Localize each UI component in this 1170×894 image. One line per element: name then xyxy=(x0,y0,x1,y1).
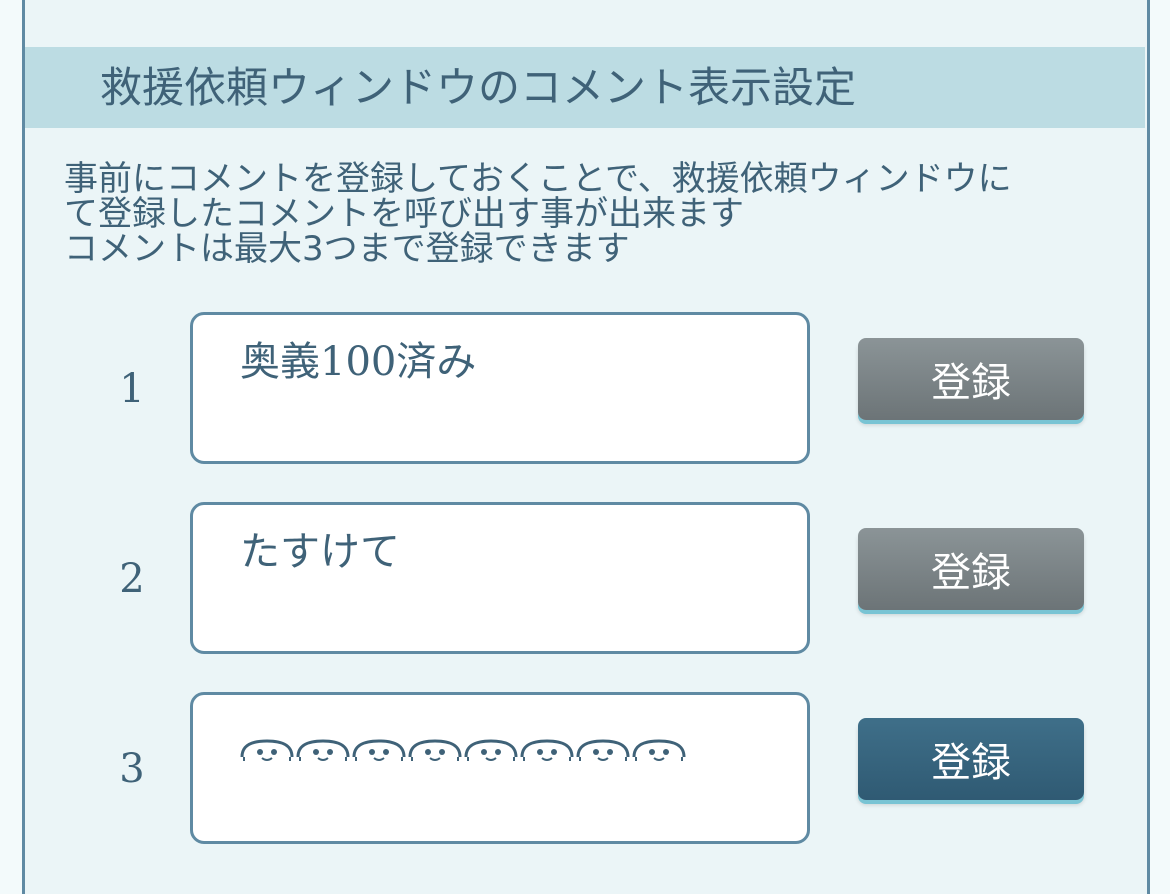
face-emoticon-icon xyxy=(576,739,630,761)
face-emoticon-icon xyxy=(464,739,518,761)
description-text: 事前にコメントを登録しておくことで、救援依頼ウィンドウに て登録したコメントを呼… xyxy=(64,162,1124,267)
register-button-3[interactable]: 登録 xyxy=(858,718,1084,800)
comment-input-1-value: 奥義100済み xyxy=(240,339,477,385)
face-emoticon-icon xyxy=(520,739,574,761)
section-title: 救援依頼ウィンドウのコメント表示設定 xyxy=(100,63,857,112)
face-emoticon-icon xyxy=(352,739,406,761)
comment-number-2: 2 xyxy=(119,556,145,602)
register-button-1[interactable]: 登録 xyxy=(858,338,1084,420)
description-line-2: て登録したコメントを呼び出す事が出来ます xyxy=(64,194,744,234)
comment-input-2[interactable]: たすけて xyxy=(190,502,810,654)
emoticon-strip xyxy=(240,739,686,763)
comment-input-3[interactable] xyxy=(190,692,810,844)
face-emoticon-icon xyxy=(632,739,686,761)
register-button-2[interactable]: 登録 xyxy=(858,528,1084,610)
face-emoticon-icon xyxy=(408,739,462,761)
face-emoticon-icon xyxy=(240,739,294,761)
face-emoticon-icon xyxy=(296,739,350,761)
comment-number-3: 3 xyxy=(119,746,145,792)
description-line-1: 事前にコメントを登録しておくことで、救援依頼ウィンドウに xyxy=(64,159,1012,199)
description-line-3: コメントは最大3つまで登録できます xyxy=(64,229,630,269)
comment-input-1[interactable]: 奥義100済み xyxy=(190,312,810,464)
comment-input-3-value xyxy=(240,725,686,771)
comment-number-1: 1 xyxy=(119,366,145,412)
comment-input-2-value: たすけて xyxy=(240,529,400,575)
